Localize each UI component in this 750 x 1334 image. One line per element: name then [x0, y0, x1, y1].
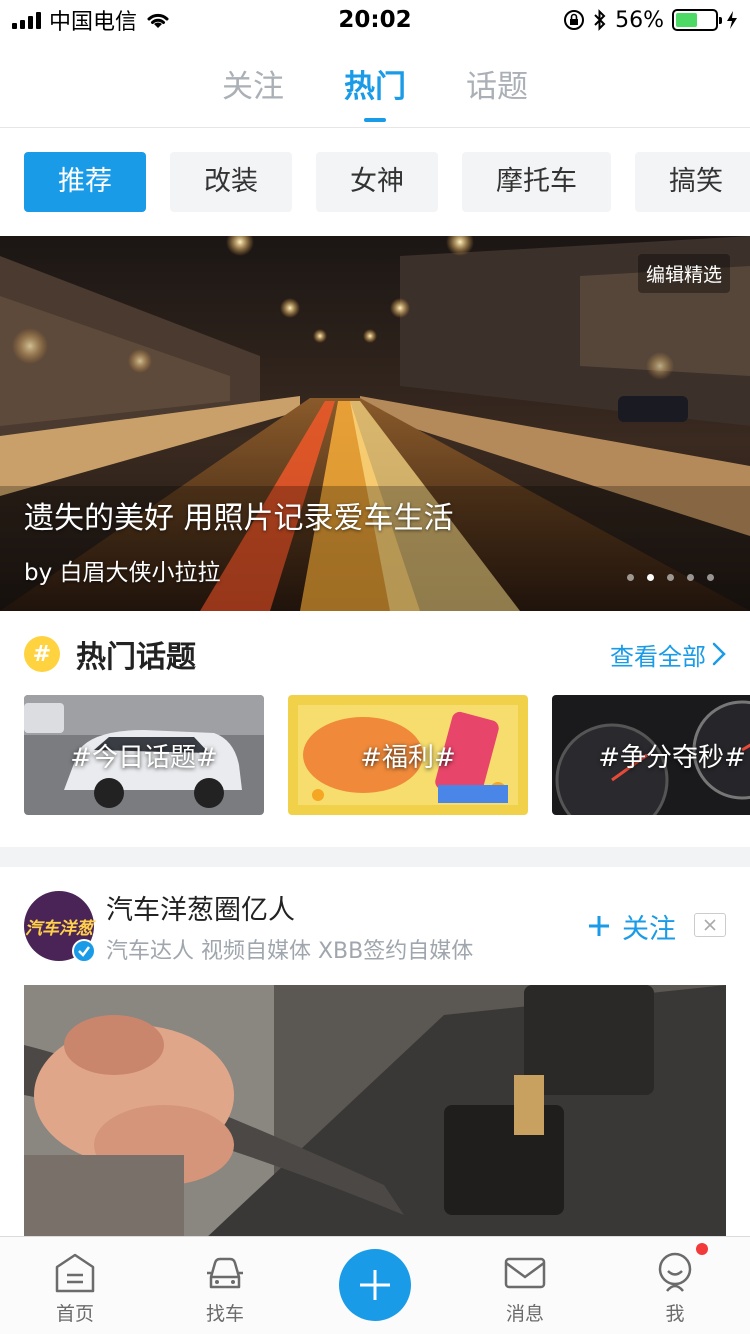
- chip-goddess[interactable]: 女神: [316, 152, 438, 212]
- tab-me-label: 我: [665, 1303, 685, 1325]
- pagination-dot[interactable]: [647, 574, 654, 581]
- dismiss-button[interactable]: [694, 913, 726, 937]
- top-tabs: 关注 热门 话题: [0, 40, 750, 128]
- feed-video-thumbnail[interactable]: [24, 985, 726, 1240]
- engine-repair-image: [24, 985, 726, 1240]
- follow-button[interactable]: 关注: [588, 907, 676, 946]
- topic-card-today[interactable]: #今日话题#: [24, 695, 264, 815]
- tab-home-label: 首页: [55, 1303, 94, 1325]
- tab-hot[interactable]: 热门: [344, 61, 406, 106]
- bluetooth-icon: [594, 9, 606, 31]
- charging-icon: [727, 11, 737, 29]
- battery-percent: 56%: [615, 7, 664, 33]
- pagination-dot[interactable]: [707, 574, 714, 581]
- chevron-right-icon: [712, 642, 726, 666]
- plus-icon: [360, 1270, 390, 1300]
- verified-icon: [72, 939, 96, 963]
- view-all-link[interactable]: 查看全部: [610, 637, 726, 672]
- rotation-lock-icon: [564, 10, 585, 30]
- editor-pick-badge: 编辑精选: [637, 254, 730, 293]
- mail-icon: [504, 1257, 546, 1289]
- banner-caption: 遗失的美好 用照片记录爱车生活: [24, 501, 454, 536]
- featured-banner[interactable]: 编辑精选 遗失的美好 用照片记录爱车生活 by 白眉大侠小拉拉: [0, 236, 750, 611]
- tab-topics[interactable]: 话题: [466, 61, 528, 106]
- hashtag-icon: #: [24, 636, 60, 672]
- topic-card-welfare[interactable]: #福利#: [288, 695, 528, 815]
- close-icon: [704, 919, 716, 931]
- wifi-icon: [147, 13, 169, 28]
- follow-label: 关注: [622, 913, 676, 945]
- tab-find-car[interactable]: 找车: [150, 1237, 300, 1334]
- topic-card-label: #福利#: [360, 742, 456, 773]
- post-button[interactable]: [339, 1249, 411, 1321]
- tab-post: [300, 1237, 450, 1334]
- battery-level: [676, 13, 698, 27]
- chip-funny[interactable]: 搞笑: [635, 152, 750, 212]
- status-time: 20:02: [338, 7, 412, 33]
- view-all-label: 查看全部: [610, 642, 706, 671]
- author-info: 汽车洋葱圈亿人 汽车达人 视频自媒体 XBB签约自媒体: [106, 888, 473, 965]
- status-left: 中国电信: [12, 4, 272, 36]
- chip-modification[interactable]: 改装: [170, 152, 292, 212]
- tab-home[interactable]: 首页: [0, 1237, 150, 1334]
- pagination-dot[interactable]: [687, 574, 694, 581]
- home-icon: [55, 1253, 95, 1293]
- car-icon: [207, 1257, 243, 1289]
- plus-icon: [589, 916, 609, 936]
- avatar[interactable]: 汽车洋葱: [24, 891, 96, 963]
- feed-author-row: 汽车洋葱 汽车洋葱圈亿人 汽车达人 视频自媒体 XBB签约自媒体 关注: [24, 888, 726, 964]
- hot-topics-header: # 热门话题 查看全部: [24, 632, 726, 676]
- category-chips: 推荐 改装 女神 摩托车 搞笑: [24, 152, 750, 212]
- notification-dot: [696, 1243, 708, 1255]
- topic-card-label: #争分夺秒#: [598, 742, 746, 773]
- bottom-tab-bar: 首页 找车 消息 我: [0, 1236, 750, 1334]
- banner-author: by 白眉大侠小拉拉: [24, 560, 221, 586]
- carrier-label: 中国电信: [49, 10, 138, 35]
- battery-icon: [672, 9, 722, 31]
- tab-find-car-label: 找车: [205, 1303, 244, 1325]
- tab-me[interactable]: 我: [600, 1237, 750, 1334]
- author-subtitle: 汽车达人 视频自媒体 XBB签约自媒体: [106, 938, 474, 964]
- avatar-text: 汽车洋葱: [25, 918, 93, 939]
- status-bar: 中国电信 20:02 56%: [0, 0, 750, 40]
- pagination-dot[interactable]: [667, 574, 674, 581]
- status-right: 56%: [478, 8, 738, 33]
- author-name[interactable]: 汽车洋葱圈亿人: [106, 888, 473, 927]
- topic-card-race[interactable]: #争分夺秒#: [552, 695, 750, 815]
- topic-cards: #今日话题# #福利# #争分夺秒#: [24, 695, 750, 815]
- hot-topics-title: 热门话题: [76, 640, 196, 675]
- pagination-dot[interactable]: [627, 574, 634, 581]
- chip-motorcycle[interactable]: 摩托车: [462, 152, 611, 212]
- signal-icon: [12, 11, 41, 29]
- banner-pagination-dots[interactable]: [627, 574, 714, 581]
- tab-follow[interactable]: 关注: [222, 61, 284, 106]
- tab-messages[interactable]: 消息: [450, 1237, 600, 1334]
- section-divider: [0, 847, 750, 867]
- profile-icon: [658, 1252, 692, 1292]
- chip-recommend[interactable]: 推荐: [24, 152, 146, 212]
- tab-messages-label: 消息: [505, 1303, 544, 1325]
- topic-card-label: #今日话题#: [70, 742, 218, 773]
